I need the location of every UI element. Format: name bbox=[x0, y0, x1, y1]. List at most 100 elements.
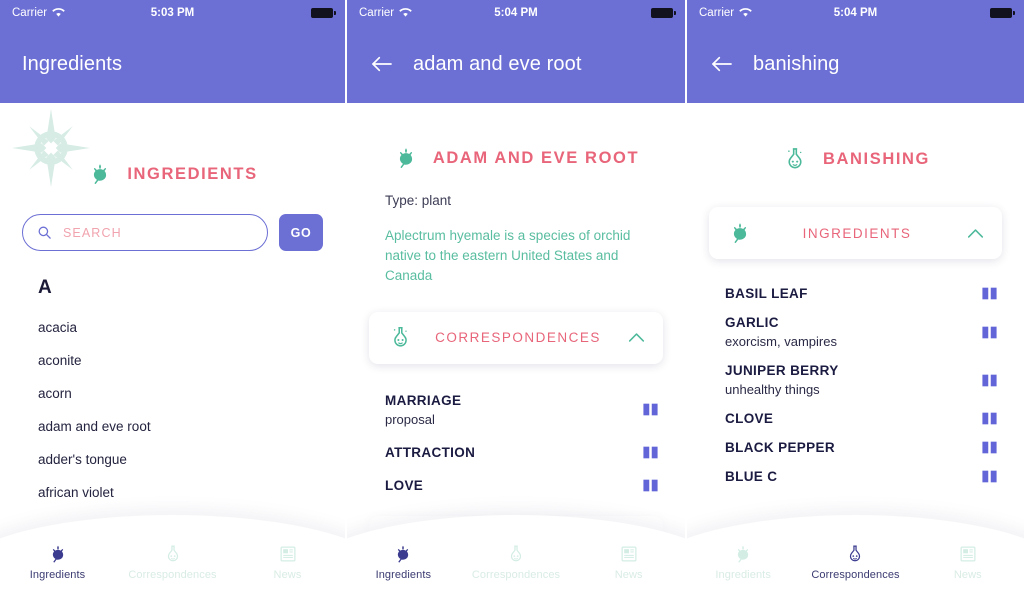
entry-sub: unhealthy things bbox=[725, 382, 820, 397]
open-book-icon[interactable] bbox=[981, 411, 998, 426]
section-heading-label: ADAM AND EVE ROOT bbox=[432, 148, 640, 167]
tab-news[interactable]: News bbox=[912, 543, 1023, 581]
status-left: Carrier bbox=[699, 7, 752, 19]
list-item[interactable]: JUNIPER BERRY unhealthy things bbox=[687, 356, 1024, 404]
tab-ingredients[interactable]: Ingredients bbox=[688, 543, 799, 581]
page-title: Ingredients bbox=[22, 52, 123, 75]
accordion-label: CORRESPONDENCES bbox=[435, 330, 601, 346]
status-right bbox=[990, 7, 1015, 18]
section-heading-label: BANISHING bbox=[823, 149, 930, 168]
leaf-icon bbox=[398, 545, 409, 563]
list-item[interactable]: BASIL LEAF bbox=[687, 279, 1024, 308]
accordion-correspondences[interactable]: CORRESPONDENCES bbox=[369, 311, 663, 364]
carrier-label: Carrier bbox=[359, 6, 395, 19]
open-book-icon[interactable] bbox=[642, 478, 659, 493]
entry-name: LOVE bbox=[385, 477, 424, 493]
detail-type-line: Type: plant bbox=[385, 193, 452, 208]
bottom-fade bbox=[687, 497, 1024, 541]
page-title: adam and eve root bbox=[413, 52, 582, 75]
search-input[interactable] bbox=[63, 225, 253, 240]
tab-bar-container: Ingredients Correspondences News bbox=[0, 503, 345, 603]
search-icon bbox=[38, 226, 51, 239]
compass-rose-icon bbox=[12, 109, 90, 187]
section-heading-label: INGREDIENTS bbox=[127, 164, 258, 183]
list-item[interactable]: acorn bbox=[0, 377, 345, 410]
tab-news[interactable]: News bbox=[573, 543, 685, 581]
entry-text: LOVE bbox=[385, 478, 642, 493]
potion-flask-icon bbox=[788, 148, 802, 169]
list-item[interactable]: LOVE bbox=[347, 469, 685, 502]
list-item[interactable]: adam and eve root bbox=[0, 410, 345, 443]
newspaper-icon bbox=[960, 546, 976, 562]
nav-bar: banishing bbox=[687, 25, 1024, 103]
phone-screen-correspondence-detail: Carrier 5:04 PM banishing BANISHING INGR… bbox=[687, 0, 1024, 603]
back-arrow-icon bbox=[712, 56, 732, 72]
potion-flask-icon bbox=[850, 545, 861, 562]
tab-bar: Ingredients Correspondences News bbox=[0, 543, 345, 581]
tab-correspondences[interactable]: Correspondences bbox=[460, 543, 572, 581]
tab-ingredients[interactable]: Ingredients bbox=[348, 543, 460, 581]
tab-label: Ingredients bbox=[375, 569, 432, 581]
entry-sub: exorcism, vampires bbox=[725, 334, 837, 349]
entry-name: BLACK PEPPER bbox=[725, 440, 835, 455]
entry-name: CLOVE bbox=[725, 411, 774, 426]
status-bar: Carrier 5:03 PM bbox=[0, 0, 345, 25]
list-item[interactable]: aconite bbox=[0, 344, 345, 377]
list-item[interactable]: CLOVE bbox=[687, 404, 1024, 433]
screen-content: BANISHING INGREDIENTS BASIL LEAF GARLIC … bbox=[687, 103, 1024, 603]
phone-screen-ingredient-detail: Carrier 5:04 PM adam and eve root ADAM A… bbox=[347, 0, 685, 603]
entry-name: GARLIC bbox=[725, 315, 779, 330]
back-button[interactable] bbox=[709, 51, 735, 77]
tab-label: Correspondences bbox=[471, 569, 561, 581]
potion-flask-icon bbox=[510, 545, 522, 562]
tab-label: Ingredients bbox=[29, 569, 86, 581]
status-bar: Carrier 5:04 PM bbox=[347, 0, 685, 25]
list-item[interactable]: MARRIAGE proposal bbox=[347, 384, 685, 436]
tab-news[interactable]: News bbox=[231, 543, 345, 581]
section-heading: BANISHING bbox=[687, 145, 1024, 173]
tab-ingredients[interactable]: Ingredients bbox=[1, 543, 115, 581]
list-item[interactable]: BLUE C bbox=[687, 462, 1024, 491]
list-item[interactable]: acacia bbox=[0, 311, 345, 344]
list-item[interactable]: african violet bbox=[0, 476, 345, 509]
screenshot-triptych: Carrier 5:03 PM Ingredients INGREDIENTS … bbox=[0, 0, 1024, 603]
tab-correspondences[interactable]: Correspondences bbox=[116, 543, 230, 581]
alpha-section-letter: A bbox=[38, 277, 52, 298]
search-go-button[interactable]: GO bbox=[279, 214, 323, 251]
correspondence-entry-list: MARRIAGE proposal ATTRACTION LOVE bbox=[347, 384, 685, 502]
open-book-icon[interactable] bbox=[981, 373, 998, 388]
newspaper-icon bbox=[280, 546, 295, 562]
entry-text: MARRIAGE proposal bbox=[385, 393, 642, 427]
wifi-icon bbox=[52, 8, 65, 17]
potion-flask-icon bbox=[167, 545, 178, 562]
open-book-icon[interactable] bbox=[642, 445, 659, 460]
list-item[interactable]: adder's tongue bbox=[0, 443, 345, 476]
back-button[interactable] bbox=[369, 51, 395, 77]
chevron-up-icon bbox=[628, 333, 645, 343]
tab-correspondences[interactable]: Correspondences bbox=[800, 543, 911, 581]
entry-name: BLUE C bbox=[725, 469, 778, 484]
phone-screen-ingredients-index: Carrier 5:03 PM Ingredients INGREDIENTS … bbox=[0, 0, 345, 603]
open-book-icon[interactable] bbox=[981, 469, 998, 484]
wifi-icon bbox=[739, 8, 752, 17]
leaf-icon bbox=[738, 545, 749, 563]
back-arrow-icon bbox=[372, 56, 392, 72]
entry-name: BASIL LEAF bbox=[725, 286, 808, 301]
search-box[interactable] bbox=[22, 214, 268, 251]
detail-description: Aplectrum hyemale is a species of orchid… bbox=[385, 228, 631, 283]
open-book-icon[interactable] bbox=[642, 402, 659, 417]
open-book-icon[interactable] bbox=[981, 440, 998, 455]
open-book-icon[interactable] bbox=[981, 286, 998, 301]
list-item[interactable]: GARLIC exorcism, vampires bbox=[687, 308, 1024, 356]
entry-text: JUNIPER BERRY unhealthy things bbox=[725, 363, 981, 397]
list-item[interactable]: ATTRACTION bbox=[347, 436, 685, 469]
accordion-ingredients[interactable]: INGREDIENTS bbox=[709, 207, 1002, 259]
entry-text: BLUE C bbox=[725, 469, 981, 484]
open-book-icon[interactable] bbox=[981, 325, 998, 340]
tab-label: Ingredients bbox=[715, 569, 771, 581]
list-item[interactable]: BLACK PEPPER bbox=[687, 433, 1024, 462]
nav-bar: adam and eve root bbox=[347, 25, 685, 103]
entry-text: BLACK PEPPER bbox=[725, 440, 981, 455]
tab-label: News bbox=[614, 569, 643, 581]
carrier-label: Carrier bbox=[12, 6, 48, 19]
